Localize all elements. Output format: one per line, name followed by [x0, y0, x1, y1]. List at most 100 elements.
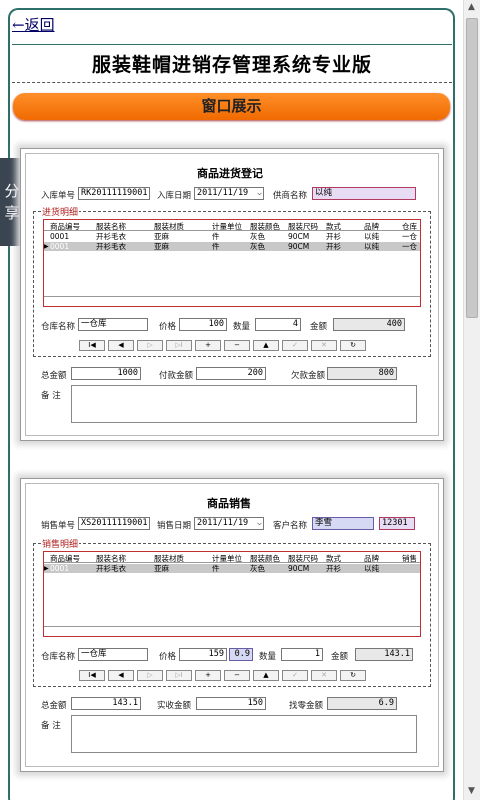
warehouse-field[interactable]: 一仓库: [78, 648, 148, 661]
share-line-1: 分: [4, 182, 20, 200]
nav-next-button[interactable]: ▷: [137, 670, 163, 681]
nav-post-button[interactable]: ✓: [282, 340, 308, 351]
order-no-field[interactable]: RK20111119001: [78, 187, 150, 200]
qty-label: 数量: [233, 322, 251, 332]
sales-form-title: 商品销售: [207, 497, 251, 510]
nav-last-button[interactable]: ▷I: [166, 670, 192, 681]
nav-cancel-button[interactable]: ✕: [311, 670, 337, 681]
customer-code-field[interactable]: 12301: [379, 517, 415, 530]
memo-field[interactable]: [71, 715, 417, 753]
col-header: 商品编号: [50, 554, 80, 563]
amount-field: 400: [333, 318, 405, 331]
col-header: 服装材质: [154, 222, 184, 231]
total-label: 总金额: [41, 701, 67, 711]
row-pointer-icon: ▶: [44, 243, 49, 250]
received-field[interactable]: 150: [196, 697, 266, 710]
back-link[interactable]: ←返回: [12, 14, 55, 35]
col-header: 商品编号: [50, 222, 80, 231]
cell: 以纯: [364, 242, 379, 251]
cell: 亚麻: [154, 242, 169, 251]
detail-legend: 进货明细: [41, 205, 80, 218]
nav-edit-button[interactable]: ▲: [253, 340, 279, 351]
date-field[interactable]: 2011/11/19: [194, 517, 264, 530]
cell: 件: [212, 564, 220, 573]
qty-field[interactable]: 4: [255, 318, 301, 331]
nav-cancel-button[interactable]: ✕: [311, 340, 337, 351]
title-rule: [12, 44, 452, 45]
purchase-form-title: 商品进货登记: [197, 167, 263, 180]
nav-next-button[interactable]: ▷: [137, 340, 163, 351]
col-header: 款式: [326, 222, 341, 231]
scroll-up-icon[interactable]: ▲: [468, 2, 475, 12]
nav-first-button[interactable]: I◀: [79, 670, 105, 681]
section-bar[interactable]: 窗口展示: [13, 93, 450, 120]
price-label: 价格: [159, 652, 177, 662]
cell: 0001: [50, 232, 70, 241]
col-header: 仓库: [402, 222, 417, 231]
cell: 亚麻: [154, 564, 169, 573]
cell: 开衫毛衣: [96, 242, 126, 251]
price-label: 价格: [159, 322, 177, 332]
cell: 灰色: [250, 242, 265, 251]
nav-delete-button[interactable]: −: [224, 670, 250, 681]
date-label: 销售日期: [157, 521, 192, 531]
total-field[interactable]: 1000: [71, 367, 141, 380]
nav-first-button[interactable]: I◀: [79, 340, 105, 351]
qty-field[interactable]: 1: [281, 648, 323, 661]
order-no-field[interactable]: XS20111119001: [78, 517, 150, 530]
amount-label: 金额: [310, 322, 328, 332]
nav-delete-button[interactable]: −: [224, 340, 250, 351]
discount-field[interactable]: 0.9: [229, 648, 253, 661]
cell: 开衫毛衣: [96, 232, 126, 241]
paid-label: 付款金额: [159, 371, 194, 381]
grid-footer-line: [44, 296, 420, 297]
cell: 件: [212, 232, 220, 241]
nav-add-button[interactable]: +: [195, 340, 221, 351]
col-header: 品牌: [364, 554, 379, 563]
total-field[interactable]: 143.1: [71, 697, 141, 710]
detail-grid[interactable]: 商品编号 服装名称 服装材质 计量单位 服装颜色 服装尺码 款式 品牌 销售 ▶…: [43, 551, 421, 637]
table-row[interactable]: 0001 开衫毛衣 亚麻 件 灰色 90CM 开衫 以纯 一仓: [44, 232, 420, 241]
scroll-down-icon[interactable]: ▼: [468, 786, 475, 796]
nav-edit-button[interactable]: ▲: [253, 670, 279, 681]
page-title: 服装鞋帽进销存管理系统专业版: [91, 54, 372, 76]
nav-prev-button[interactable]: ◀: [108, 340, 134, 351]
share-line-2: 享: [4, 204, 20, 222]
nav-refresh-button[interactable]: ↻: [340, 340, 366, 351]
detail-legend: 销售明细: [41, 537, 80, 550]
memo-label: 备 注: [41, 391, 61, 401]
detail-grid[interactable]: 商品编号 服装名称 服装材质 计量单位 服装颜色 服装尺码 款式 品牌 仓库 0…: [43, 219, 421, 307]
nav-add-button[interactable]: +: [195, 670, 221, 681]
col-header: 品牌: [364, 222, 379, 231]
memo-field[interactable]: [71, 385, 417, 423]
cell: 灰色: [250, 232, 265, 241]
customer-field[interactable]: 李雪: [312, 517, 374, 530]
supplier-field[interactable]: 以纯: [312, 187, 416, 200]
col-header: 服装名称: [96, 222, 126, 231]
warehouse-field[interactable]: 一仓库: [78, 318, 148, 331]
scrollbar[interactable]: ▲ ▼: [463, 0, 480, 800]
col-header: 款式: [326, 554, 341, 563]
col-header: 计量单位: [212, 554, 242, 563]
price-field[interactable]: 100: [179, 318, 227, 331]
cell: 一仓: [402, 242, 417, 251]
order-no-label: 入库单号: [41, 191, 76, 201]
nav-refresh-button[interactable]: ↻: [340, 670, 366, 681]
amount-field: 143.1: [355, 648, 413, 661]
paid-field[interactable]: 200: [196, 367, 266, 380]
cell: 0001: [50, 242, 70, 251]
scroll-thumb[interactable]: [466, 18, 478, 318]
date-field[interactable]: 2011/11/19: [194, 187, 264, 200]
col-header: 服装颜色: [250, 554, 280, 563]
cell: 90CM: [288, 232, 310, 241]
price-field[interactable]: 159: [179, 648, 227, 661]
table-row-selected[interactable]: ▶ 0001 开衫毛衣 亚麻 件 灰色 90CM 开衫 以纯 一仓: [44, 242, 420, 251]
nav-last-button[interactable]: ▷I: [166, 340, 192, 351]
cell: 以纯: [364, 232, 379, 241]
title-divider: [12, 82, 452, 83]
owed-label: 欠款金额: [291, 371, 326, 381]
table-row-selected[interactable]: ▶ 0001 开衫毛衣 亚麻 件 灰色 90CM 开衫 以纯: [44, 564, 420, 573]
cell: 件: [212, 242, 220, 251]
nav-post-button[interactable]: ✓: [282, 670, 308, 681]
nav-prev-button[interactable]: ◀: [108, 670, 134, 681]
